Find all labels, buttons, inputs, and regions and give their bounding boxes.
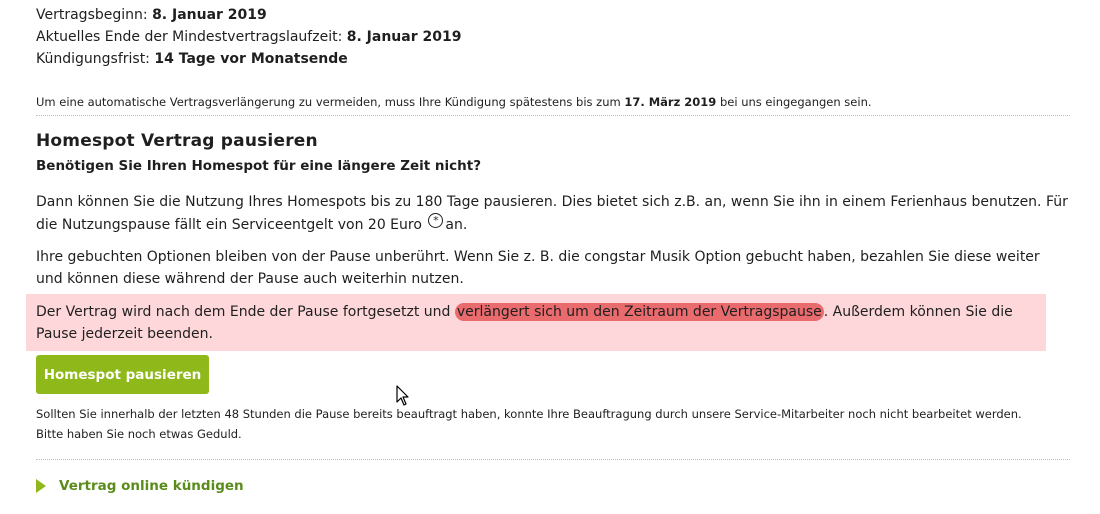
deadline-date: 17. März 2019 — [624, 94, 717, 109]
options-info-paragraph: Ihre gebuchten Optionen bleiben von der … — [36, 249, 1040, 287]
divider — [36, 459, 1070, 460]
contract-end: Aktuelles Ende der Mindestvertragslaufze… — [36, 29, 462, 45]
homespot-pause-button[interactable]: Homespot pausieren — [36, 355, 209, 394]
notice-period-value: 14 Tage vor Monatsende — [154, 51, 348, 67]
notice-period: Kündigungsfrist: 14 Tage vor Monatsende — [36, 51, 348, 67]
processing-note: Sollten Sie innerhalb der letzten 48 Stu… — [36, 407, 1022, 441]
pause-info-paragraph: Dann können Sie die Nutzung Ihres Homesp… — [36, 194, 1068, 233]
contract-start: Vertragsbeginn: 8. Januar 2019 — [36, 7, 267, 23]
play-arrow-icon — [36, 479, 46, 493]
marked-text: verlängert sich um den Zeitraum der Vert… — [454, 303, 824, 321]
auto-renew-notice: Um eine automatische Vertragsverlängerun… — [36, 94, 872, 109]
contract-end-value: 8. Januar 2019 — [346, 29, 462, 45]
contract-start-value: 8. Januar 2019 — [152, 7, 267, 23]
cancel-contract-link[interactable]: Vertrag online kündigen — [36, 478, 244, 494]
cancel-contract-label: Vertrag online kündigen — [59, 478, 244, 494]
footnote-asterisk-icon[interactable]: * — [428, 213, 444, 228]
extension-info-paragraph: Der Vertrag wird nach dem Ende der Pause… — [36, 303, 1013, 342]
pause-section-subtitle: Benötigen Sie Ihren Homespot für eine lä… — [36, 158, 482, 174]
divider — [36, 115, 1070, 116]
pause-section-title: Homespot Vertrag pausieren — [36, 131, 318, 151]
